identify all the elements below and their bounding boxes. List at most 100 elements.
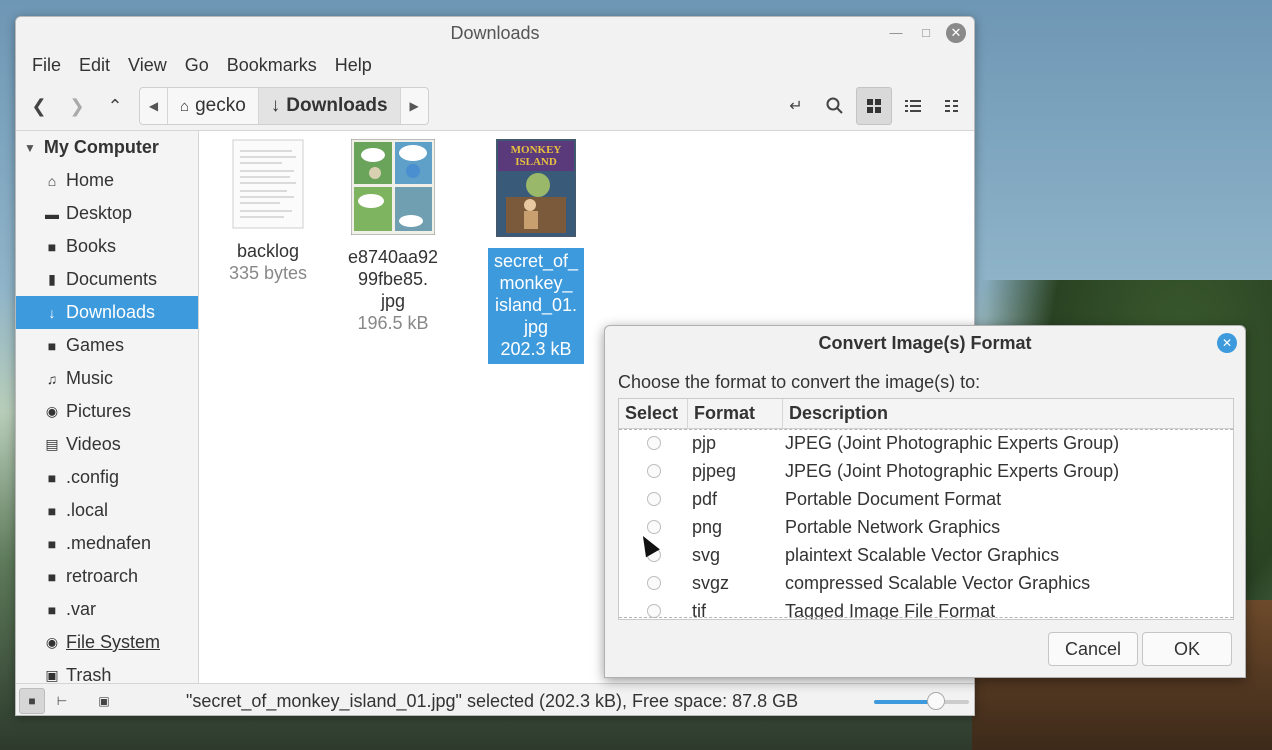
sidebar-item-trash[interactable]: ▣ Trash [16, 659, 198, 683]
breadcrumb-right-icon[interactable]: ▶ [399, 88, 428, 124]
ok-button[interactable]: OK [1142, 632, 1232, 666]
menu-go[interactable]: Go [177, 55, 217, 76]
home-icon: ⌂ [180, 97, 190, 115]
location-toggle-icon[interactable]: ↵ [778, 87, 814, 125]
toggle-sidebar-icon[interactable]: ▣ [91, 688, 117, 714]
file-name-line: island_01. [494, 295, 578, 315]
sidebar-item-videos[interactable]: ▤ Videos [16, 428, 198, 461]
sidebar-item-downloads[interactable]: ↓ Downloads [16, 296, 198, 329]
file-name: backlog [236, 241, 300, 261]
file-name-line: 99fbe85. [357, 269, 429, 289]
tree-pane-icon[interactable]: ⊢ [49, 688, 75, 714]
table-bottom-divider [619, 617, 1233, 618]
folder-icon: ■ [47, 337, 57, 354]
select-radio[interactable] [646, 492, 661, 506]
close-icon[interactable]: ✕ [946, 23, 966, 43]
dialog-prompt: Choose the format to convert the image(s… [618, 372, 981, 392]
sidebar-item-local[interactable]: ■ .local [16, 494, 198, 527]
sidebar-item-documents[interactable]: ▮ Documents [16, 263, 198, 296]
search-icon[interactable] [817, 87, 853, 125]
sidebar-header[interactable]: ▼ My Computer [16, 131, 198, 164]
sidebar-item-books[interactable]: ■ Books [16, 230, 198, 263]
list-view-icon[interactable] [895, 87, 931, 125]
file-name-line: jpg [523, 317, 549, 337]
icon-view-icon[interactable] [856, 87, 892, 125]
statusbar: ■ ⊢ ▣ "secret_of_monkey_island_01.jpg" s… [16, 683, 974, 715]
menu-file[interactable]: File [24, 55, 69, 76]
toolbar: ❮ ❯ ⌃ ◀ ⌂ gecko ↓ Downloads ▶ ↵ [16, 81, 974, 131]
table-row[interactable]: png Portable Network Graphics [619, 513, 1233, 541]
window-title: Downloads [450, 23, 540, 43]
text-file-thumbnail [232, 139, 304, 229]
breadcrumb-home[interactable]: ⌂ gecko [168, 88, 259, 124]
menu-help[interactable]: Help [327, 55, 380, 76]
maximize-icon[interactable]: □ [916, 23, 936, 43]
table-row[interactable]: svgz compressed Scalable Vector Graphics [619, 569, 1233, 597]
game-cover-thumbnail: MONKEY ISLAND [495, 138, 577, 238]
sidebar-item-desktop[interactable]: ▬ Desktop [16, 197, 198, 230]
zoom-slider[interactable] [874, 700, 969, 704]
table-top-divider [619, 429, 1233, 430]
column-select[interactable]: Select [619, 399, 688, 428]
format-cell: png [692, 516, 723, 537]
up-icon[interactable]: ⌃ [98, 90, 132, 122]
table-row[interactable]: svg plaintext Scalable Vector Graphics [619, 541, 1233, 569]
sidebar-item-config[interactable]: ■ .config [16, 461, 198, 494]
column-description[interactable]: Description [783, 399, 1233, 428]
file-size: 335 bytes [228, 263, 308, 283]
sidebar-item-mednafen[interactable]: ■ .mednafen [16, 527, 198, 560]
select-radio[interactable] [646, 464, 661, 478]
folder-icon: ■ [47, 469, 57, 486]
menu-edit[interactable]: Edit [71, 55, 118, 76]
titlebar: Downloads — □ ✕ [16, 17, 974, 49]
column-format[interactable]: Format [688, 399, 783, 428]
sidebar-item-var[interactable]: ■ .var [16, 593, 198, 626]
menu-view[interactable]: View [120, 55, 175, 76]
download-icon: ↓ [270, 95, 281, 116]
file-item-secret-of-monkey-island[interactable]: MONKEY ISLAND secret_of_ monkey_ island_… [488, 138, 584, 364]
table-row[interactable]: pjp JPEG (Joint Photographic Experts Gro… [619, 429, 1233, 457]
cover-title-line: MONKEY [511, 144, 562, 156]
convert-format-dialog: Convert Image(s) Format ✕ Choose the for… [604, 325, 1246, 678]
file-name-line: monkey_ [499, 273, 573, 293]
sidebar-item-games[interactable]: ■ Games [16, 329, 198, 362]
folder-icon: ■ [47, 502, 57, 519]
file-item-backlog[interactable]: backlog 335 bytes [220, 139, 316, 284]
sidebar-item-retroarch[interactable]: ■ retroarch [16, 560, 198, 593]
sidebar-item-pictures[interactable]: ◉ Pictures [16, 395, 198, 428]
zoom-slider-knob[interactable] [926, 692, 945, 710]
folder-icon: ■ [47, 238, 57, 255]
description-cell: Portable Network Graphics [785, 516, 1001, 537]
compact-view-icon[interactable] [934, 87, 970, 125]
film-icon: ▤ [45, 436, 59, 452]
forward-icon[interactable]: ❯ [60, 90, 94, 122]
minimize-icon[interactable]: — [886, 23, 906, 43]
select-radio[interactable] [646, 576, 661, 590]
format-cell: pjp [692, 432, 717, 453]
home-icon: ⌂ [47, 172, 57, 189]
dialog-close-icon[interactable]: ✕ [1217, 333, 1237, 353]
cancel-button[interactable]: Cancel [1048, 632, 1138, 666]
select-radio[interactable] [646, 436, 661, 450]
desktop-icon: ▬ [45, 205, 59, 222]
table-row[interactable]: pdf Portable Document Format [619, 485, 1233, 513]
camera-icon: ◉ [45, 403, 59, 419]
breadcrumb-left-icon[interactable]: ◀ [140, 88, 168, 124]
folder-icon: ■ [47, 568, 57, 585]
back-icon[interactable]: ❮ [22, 90, 56, 122]
file-item-e8740aa92[interactable]: e8740aa92 99fbe85. jpg 196.5 kB [345, 138, 441, 334]
places-pane-icon[interactable]: ■ [19, 688, 45, 714]
format-cell: svgz [692, 572, 730, 593]
menu-bookmarks[interactable]: Bookmarks [219, 55, 325, 76]
breadcrumb-downloads[interactable]: ↓ Downloads [258, 88, 400, 124]
sidebar-item-music[interactable]: ♫ Music [16, 362, 198, 395]
table-row[interactable]: pjpeg JPEG (Joint Photographic Experts G… [619, 457, 1233, 485]
folder-icon: ■ [47, 601, 57, 618]
select-radio[interactable] [646, 604, 661, 618]
format-table: Select Format Description pjp JPEG (Join… [618, 398, 1234, 620]
menubar: File Edit View Go Bookmarks Help [16, 49, 974, 81]
folder-icon: ■ [47, 535, 57, 552]
sidebar-item-file-system[interactable]: ◉ File System [16, 626, 198, 659]
file-size: 202.3 kB [500, 339, 572, 359]
sidebar-item-home[interactable]: ⌂ Home [16, 164, 198, 197]
